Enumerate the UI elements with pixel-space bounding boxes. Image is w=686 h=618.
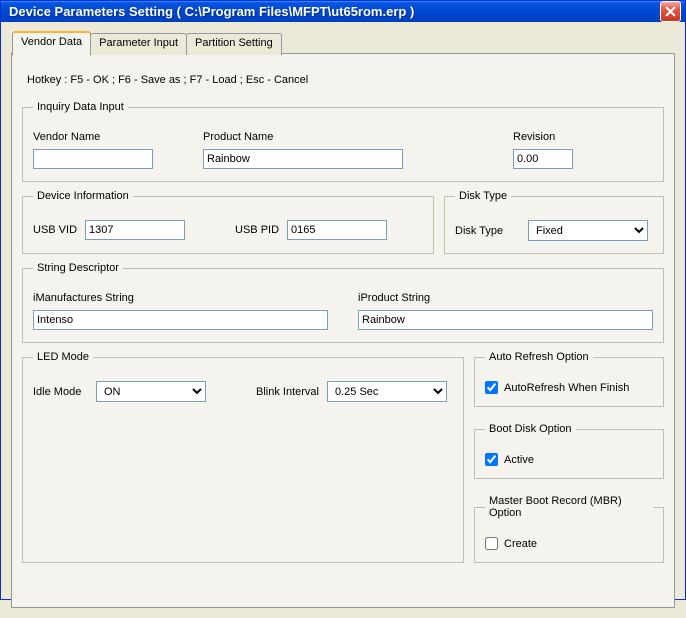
tab-vendor-data[interactable]: Vendor Data (12, 31, 91, 56)
legend-device-info: Device Information (33, 190, 133, 202)
imanuf-label: iManufactures String (33, 292, 328, 304)
fieldset-auto-refresh: Auto Refresh Option AutoRefresh When Fin… (474, 351, 664, 407)
legend-string-desc: String Descriptor (33, 262, 123, 274)
fieldset-mbr: Master Boot Record (MBR) Option Create (474, 495, 664, 563)
fieldset-inquiry: Inquiry Data Input Vendor Name Product N… (22, 101, 664, 182)
disk-type-select[interactable]: Fixed (528, 220, 648, 241)
fieldset-boot-disk: Boot Disk Option Active (474, 423, 664, 479)
blink-interval-label: Blink Interval (256, 386, 319, 398)
usb-pid-label: USB PID (235, 224, 279, 236)
hotkey-text: Hotkey : F5 - OK ; F6 - Save as ; F7 - L… (27, 74, 664, 86)
mbr-create-checkbox-label[interactable]: Create (485, 537, 653, 550)
legend-inquiry: Inquiry Data Input (33, 101, 128, 113)
legend-boot-disk: Boot Disk Option (485, 423, 576, 435)
iproduct-label: iProduct String (358, 292, 653, 304)
vendor-name-input[interactable] (33, 149, 153, 169)
close-button[interactable] (660, 1, 681, 22)
tab-parameter-input[interactable]: Parameter Input (90, 33, 187, 55)
auto-refresh-checkbox[interactable] (485, 381, 498, 394)
boot-active-text: Active (504, 454, 534, 466)
auto-refresh-text: AutoRefresh When Finish (504, 382, 629, 394)
titlebar[interactable]: Device Parameters Setting ( C:\Program F… (1, 1, 685, 22)
tab-partition-setting[interactable]: Partition Setting (186, 33, 282, 55)
mbr-create-checkbox[interactable] (485, 537, 498, 550)
iproduct-input[interactable] (358, 310, 653, 330)
revision-input[interactable] (513, 149, 573, 169)
blink-interval-select[interactable]: 0.25 Sec (327, 381, 447, 402)
product-name-label: Product Name (203, 131, 433, 143)
product-name-input[interactable] (203, 149, 403, 169)
tab-panel: Vendor Data Parameter Input Partition Se… (11, 53, 675, 608)
vendor-name-label: Vendor Name (33, 131, 183, 143)
legend-auto-refresh: Auto Refresh Option (485, 351, 593, 363)
disk-type-label: Disk Type (455, 225, 520, 237)
fieldset-led-mode: LED Mode Idle Mode ON Blink Interval (22, 351, 464, 563)
legend-disk-type: Disk Type (455, 190, 511, 202)
usb-vid-label: USB VID (33, 224, 77, 236)
idle-mode-select[interactable]: ON (96, 381, 206, 402)
legend-led-mode: LED Mode (33, 351, 93, 363)
auto-refresh-checkbox-label[interactable]: AutoRefresh When Finish (485, 381, 653, 394)
revision-label: Revision (513, 131, 573, 143)
idle-mode-label: Idle Mode (33, 386, 88, 398)
close-icon (665, 6, 676, 17)
fieldset-disk-type: Disk Type Disk Type Fixed (444, 190, 664, 254)
boot-active-checkbox[interactable] (485, 453, 498, 466)
fieldset-device-info: Device Information USB VID USB PID (22, 190, 434, 254)
mbr-create-text: Create (504, 538, 537, 550)
tab-strip: Vendor Data Parameter Input Partition Se… (12, 33, 281, 55)
window: Device Parameters Setting ( C:\Program F… (0, 0, 686, 600)
imanuf-input[interactable] (33, 310, 328, 330)
legend-mbr: Master Boot Record (MBR) Option (485, 495, 653, 519)
boot-active-checkbox-label[interactable]: Active (485, 453, 653, 466)
usb-pid-input[interactable] (287, 220, 387, 240)
usb-vid-input[interactable] (85, 220, 185, 240)
window-title: Device Parameters Setting ( C:\Program F… (9, 4, 660, 19)
fieldset-string-desc: String Descriptor iManufactures String i… (22, 262, 664, 343)
